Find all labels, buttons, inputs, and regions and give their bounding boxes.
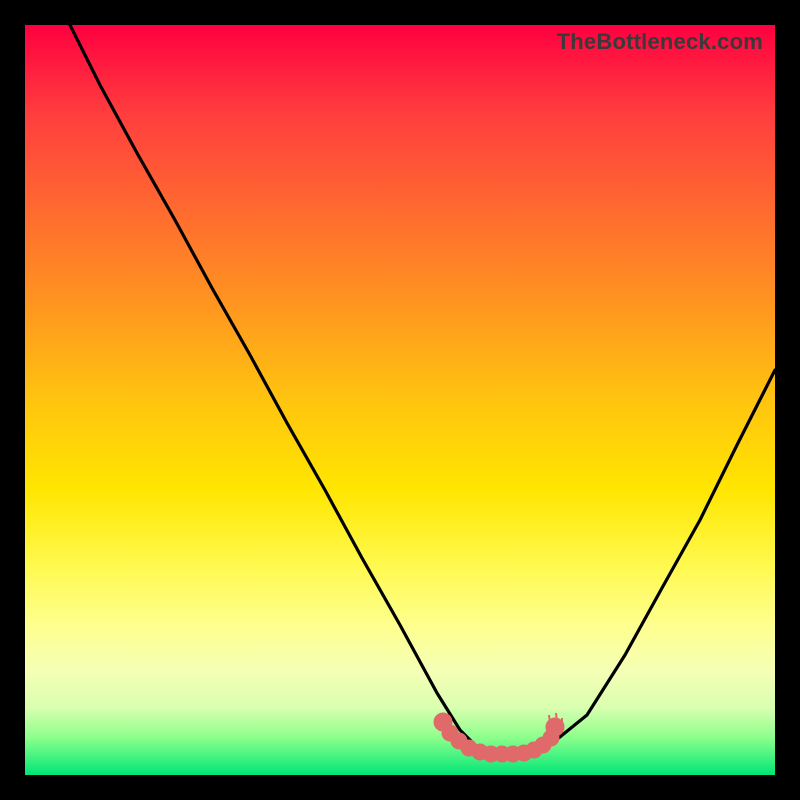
bottleneck-curve-path xyxy=(70,25,775,753)
outer-frame: TheBottleneck.com xyxy=(0,0,800,800)
curve-layer xyxy=(25,25,775,775)
plot-area: TheBottleneck.com xyxy=(25,25,775,775)
